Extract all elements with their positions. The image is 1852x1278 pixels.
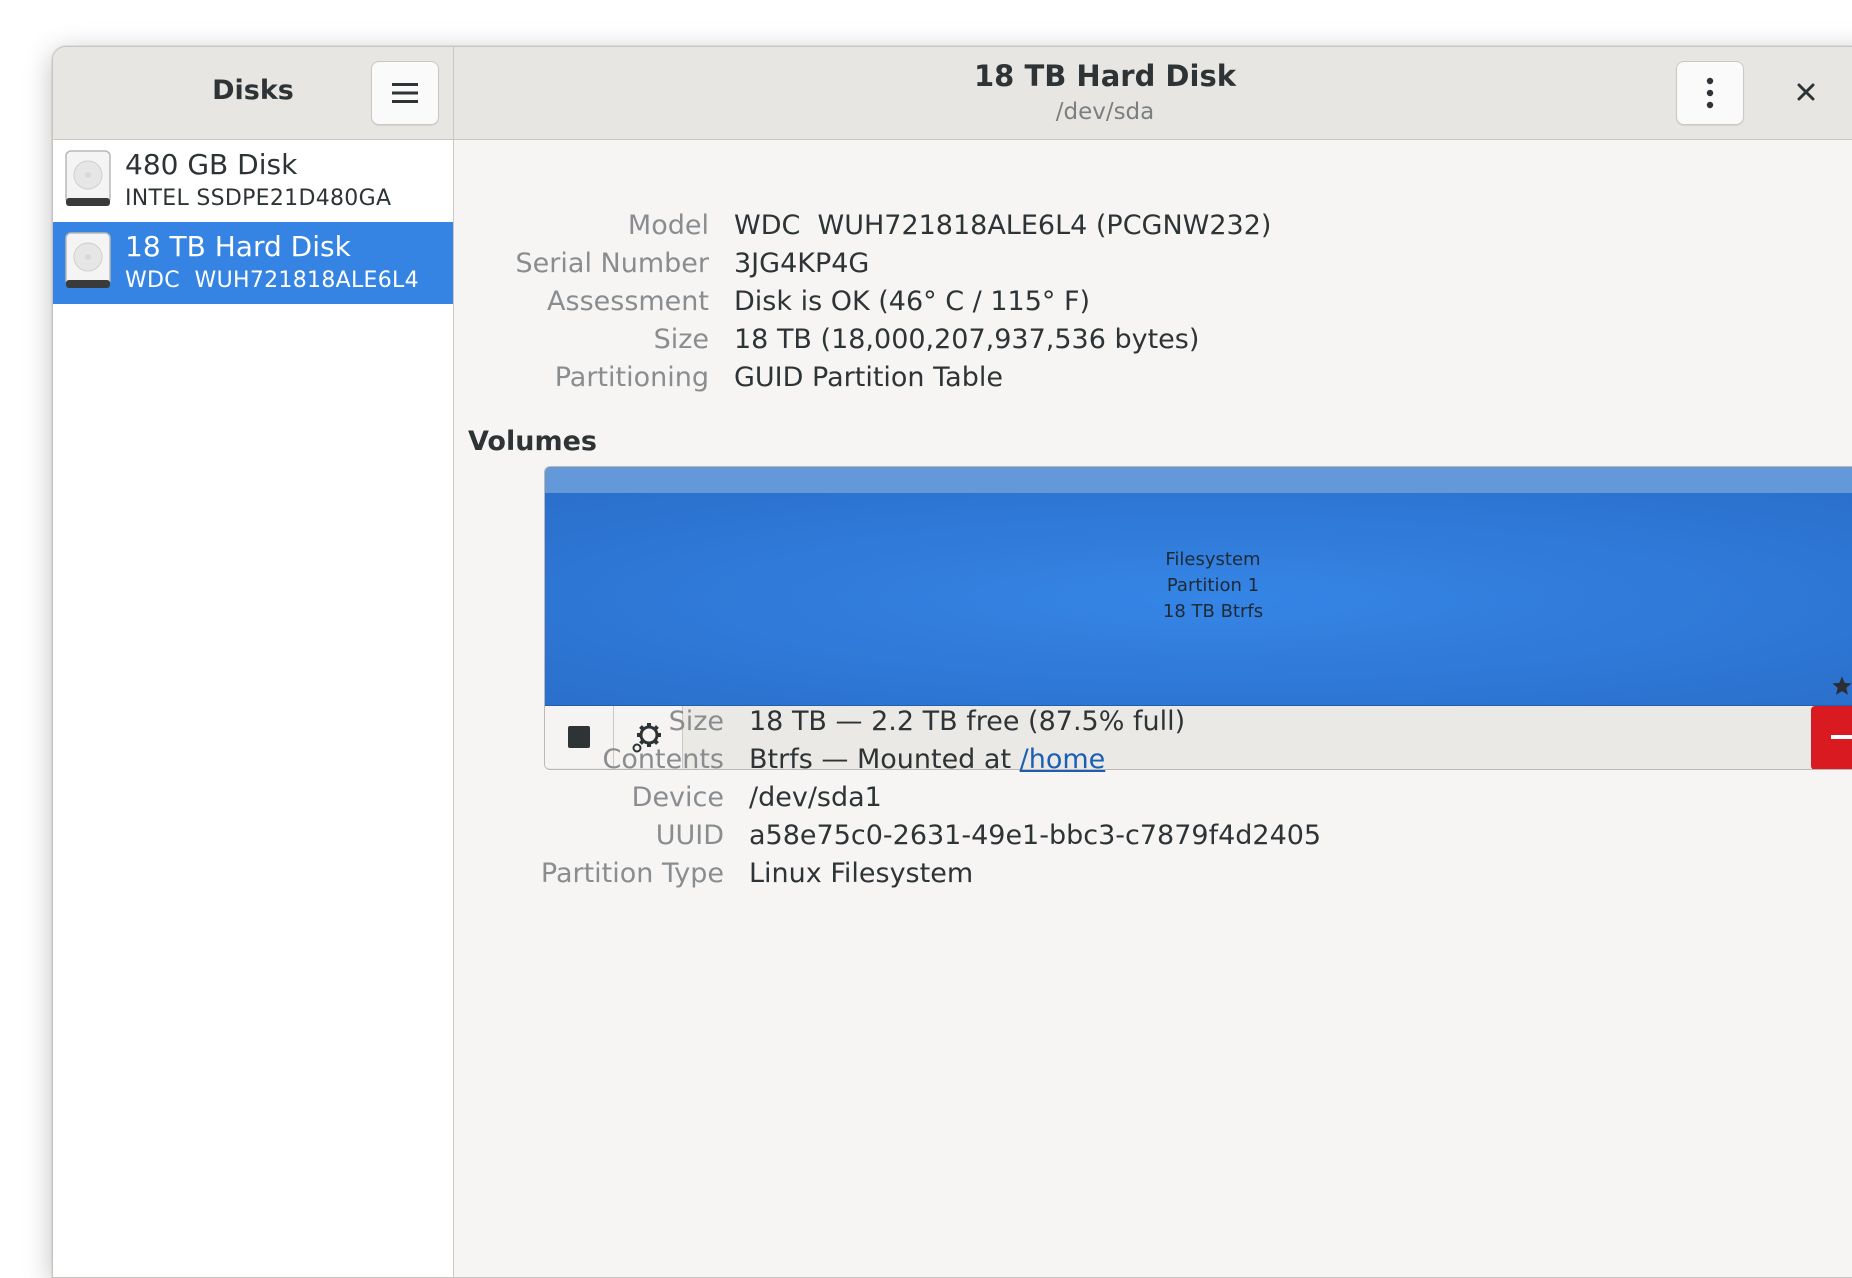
- hard-disk-icon: [65, 150, 111, 212]
- assessment-value: Disk is OK (46° C / 115° F): [734, 286, 1091, 317]
- disk-details: Model WDC WUH721818ALE6L4 (PCGNW232) Ser…: [454, 140, 1852, 1277]
- partition-number-text: Partition 1: [1166, 575, 1260, 596]
- uuid-value: a58e75c0-2631-49e1-bbc3-c7879f4d2405: [749, 820, 1322, 851]
- disk-list: 480 GB Disk INTEL SSDPE21D480GA 18 TB Ha…: [53, 140, 454, 1277]
- disk-item-18tb[interactable]: 18 TB Hard Disk WDC WUH721818ALE6L4: [53, 222, 453, 304]
- partition-type-label: Partition Type: [540, 858, 724, 889]
- disk-menu-button[interactable]: [1676, 61, 1744, 125]
- contents-text: Btrfs — Mounted at: [749, 744, 1020, 775]
- kebab-icon: [1706, 77, 1714, 109]
- disk-model: INTEL SSDPE21D480GA: [125, 186, 392, 211]
- menu-icon: [392, 83, 418, 103]
- partition-size-text: 18 TB Btrfs: [1162, 601, 1264, 622]
- partition-type-value: Linux Filesystem: [749, 858, 974, 889]
- disk-title: 18 TB Hard Disk: [974, 59, 1236, 93]
- size-label: Size: [653, 324, 709, 355]
- main-menu-button[interactable]: [371, 61, 439, 125]
- serial-label: Serial Number: [515, 248, 709, 279]
- volume-map: Filesystem Partition 1 18 TB Btrfs: [544, 466, 1852, 770]
- disk-name: 480 GB Disk: [125, 148, 298, 181]
- partition-1-block[interactable]: Filesystem Partition 1 18 TB Btrfs: [545, 493, 1852, 706]
- assessment-label: Assessment: [547, 286, 709, 317]
- device-label: Device: [631, 782, 724, 813]
- disk-subtitle: /dev/sda: [1055, 99, 1155, 125]
- header-bar: Disks 18 TB Hard Disk /dev/sda: [53, 47, 1852, 140]
- serial-value: 3JG4KP4G: [734, 248, 870, 279]
- star-icon: [1832, 676, 1852, 695]
- mount-point-link[interactable]: /home: [1020, 744, 1106, 775]
- disk-model: WDC WUH721818ALE6L4: [125, 268, 419, 293]
- partition-type-text: Filesystem: [1165, 549, 1261, 570]
- contents-label: Contents: [602, 744, 724, 775]
- size-value: 18 TB (18,000,207,937,536 bytes): [734, 324, 1200, 355]
- close-icon: [1797, 83, 1815, 101]
- sidebar-header: Disks: [53, 47, 454, 139]
- hard-disk-icon: [65, 232, 111, 294]
- delete-partition-button[interactable]: [1811, 706, 1852, 769]
- uuid-label: UUID: [655, 820, 724, 851]
- part-size-value: 18 TB — 2.2 TB free (87.5% full): [749, 706, 1186, 737]
- disk-item-480gb[interactable]: 480 GB Disk INTEL SSDPE21D480GA: [53, 140, 453, 222]
- model-value: WDC WUH721818ALE6L4 (PCGNW232): [734, 210, 1272, 241]
- partition-flags: [1831, 675, 1852, 697]
- disks-window: Disks 18 TB Hard Disk /dev/sda 480 GB Di…: [52, 46, 1852, 1278]
- part-size-label: Size: [668, 706, 724, 737]
- partitioning-value: GUID Partition Table: [734, 362, 1003, 393]
- close-button[interactable]: [1781, 67, 1831, 117]
- minus-icon: [1831, 735, 1852, 739]
- disk-strip[interactable]: [545, 467, 1852, 493]
- volume-toolbar: [545, 706, 1852, 769]
- device-value: /dev/sda1: [749, 782, 882, 813]
- volumes-heading: Volumes: [468, 426, 597, 457]
- model-label: Model: [627, 210, 709, 241]
- contents-value: Btrfs — Mounted at /home: [749, 744, 1105, 775]
- partitioning-label: Partitioning: [554, 362, 709, 393]
- disk-name: 18 TB Hard Disk: [125, 230, 351, 263]
